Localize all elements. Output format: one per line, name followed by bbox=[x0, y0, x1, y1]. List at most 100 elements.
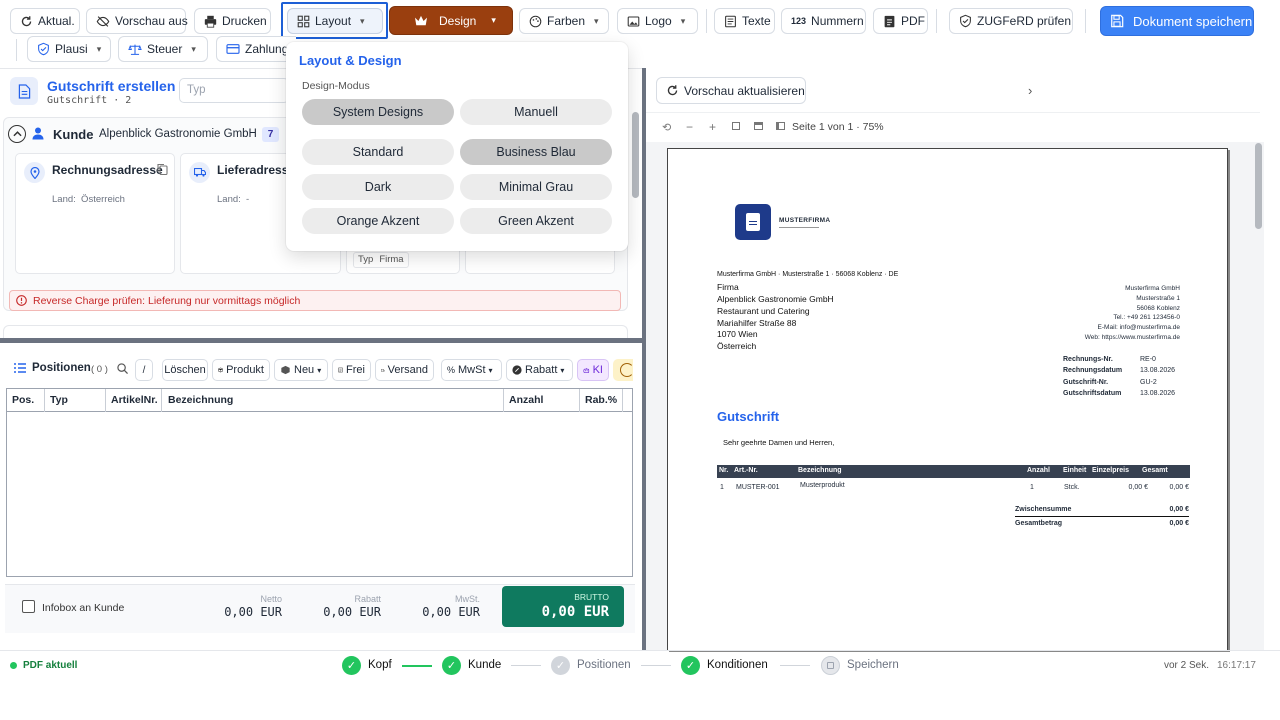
net-label: Netto bbox=[260, 594, 282, 604]
pdf-table-row: 1 MUSTER-001 Musterprodukt 1 Stck. 0,00 … bbox=[720, 482, 1189, 491]
zoom-out-icon[interactable]: − bbox=[686, 120, 693, 134]
preview-scrollbar[interactable] bbox=[1255, 143, 1262, 229]
company-logo-icon bbox=[735, 204, 771, 240]
gross-total-box: BRUTTO 0,00 EUR bbox=[502, 586, 624, 627]
positions-table: Pos. Typ ArtikelNr. Bezeichnung Anzahl R… bbox=[6, 388, 633, 577]
customer-type-field[interactable]: Typ Firma bbox=[353, 252, 409, 268]
percent-icon: % bbox=[447, 365, 456, 375]
fit-page-icon[interactable] bbox=[732, 122, 740, 130]
recipient-line-4: Mariahilfer Straße 88 bbox=[717, 318, 797, 328]
column-header-description[interactable]: Bezeichnung bbox=[162, 389, 504, 412]
pdf-total-rule bbox=[1015, 516, 1189, 517]
free-position-button[interactable]: Frei bbox=[332, 359, 371, 381]
alert-circle-icon bbox=[16, 295, 27, 306]
positions-label: Positionen bbox=[32, 362, 91, 374]
column-header-pos[interactable]: Pos. bbox=[7, 389, 45, 412]
fit-width-icon[interactable] bbox=[754, 122, 763, 130]
numbers-button[interactable]: 123 Nummern bbox=[781, 8, 866, 34]
new-position-button[interactable]: Neu ▾ bbox=[274, 359, 328, 381]
infobox-checkbox[interactable] bbox=[22, 600, 35, 613]
vat-label: MwSt. bbox=[454, 594, 480, 604]
warning-banner: Reverse Charge prüfen: Lieferung nur vor… bbox=[9, 290, 621, 311]
left-panel-scrollbar[interactable] bbox=[632, 112, 639, 198]
texts-button[interactable]: Texte bbox=[714, 8, 775, 34]
design-standard[interactable]: Standard bbox=[302, 139, 454, 165]
step-save[interactable]: Speichern bbox=[847, 659, 899, 671]
plausi-button[interactable]: Plausi ▾ bbox=[27, 36, 111, 62]
preview-off-button[interactable]: Vorschau aus bbox=[86, 8, 188, 34]
pdf-page: MUSTERFIRMA Musterfirma GmbH · Musterstr… bbox=[667, 148, 1228, 650]
add-product-button[interactable]: Produkt bbox=[212, 359, 270, 381]
ai-button[interactable]: KI bbox=[577, 359, 609, 381]
document-meta-labels: Rechnungs-Nr. Rechnungsdatum Gutschrift-… bbox=[1063, 356, 1123, 397]
column-header-article-no[interactable]: ArtikelNr. bbox=[106, 389, 162, 412]
copy-icon[interactable] bbox=[157, 163, 168, 175]
rotate-icon[interactable]: ⟲ bbox=[662, 121, 671, 134]
design-green-accent[interactable]: Green Akzent bbox=[460, 208, 612, 234]
text-document-icon bbox=[338, 367, 343, 373]
loading-indicator-button[interactable] bbox=[613, 359, 634, 381]
discount-button[interactable]: Rabatt ▾ bbox=[506, 359, 573, 381]
step-conditions[interactable]: Konditionen bbox=[707, 659, 768, 671]
type-select[interactable]: Typ bbox=[179, 78, 289, 103]
customer-extra-card bbox=[465, 248, 615, 274]
mode-manual[interactable]: Manuell bbox=[460, 99, 612, 125]
spinner-icon bbox=[620, 363, 634, 377]
design-dark[interactable]: Dark bbox=[302, 174, 454, 200]
step-check-icon[interactable]: ✓ bbox=[551, 656, 570, 675]
delete-positions-button[interactable]: Löschen bbox=[162, 359, 208, 381]
layout-button[interactable]: Layout ▾ bbox=[287, 8, 383, 34]
step-check-icon[interactable]: ✓ bbox=[681, 656, 700, 675]
boxes-icon bbox=[281, 365, 290, 375]
zoom-in-icon[interactable]: + bbox=[709, 120, 716, 134]
refresh-preview-button[interactable]: Vorschau aktualisieren bbox=[656, 77, 806, 104]
pdf-viewer-toolbar: ⟲ − + Seite 1 von 1 · 75% bbox=[646, 112, 1260, 142]
zugferd-check-button[interactable]: ZUGFeRD prüfen bbox=[949, 8, 1073, 34]
box-icon bbox=[218, 367, 223, 373]
mode-system-designs[interactable]: System Designs bbox=[302, 99, 454, 125]
step-check-icon[interactable]: ✓ bbox=[442, 656, 461, 675]
design-minimal-grey[interactable]: Minimal Grau bbox=[460, 174, 612, 200]
save-document-button[interactable]: Dokument speichern bbox=[1100, 6, 1254, 36]
collapse-chevron-right-icon[interactable]: › bbox=[1028, 83, 1032, 98]
chevron-down-icon: ▾ bbox=[96, 43, 102, 54]
pdf-button[interactable]: PDF bbox=[873, 8, 928, 34]
scale-icon bbox=[128, 44, 142, 55]
column-header-discount[interactable]: Rab.% bbox=[580, 389, 623, 412]
search-icon[interactable] bbox=[117, 363, 128, 374]
print-button[interactable]: Drucken bbox=[194, 8, 271, 34]
collapse-chevron-up-icon[interactable] bbox=[8, 125, 26, 143]
column-header-quantity[interactable]: Anzahl bbox=[504, 389, 580, 412]
step-connector bbox=[780, 665, 810, 666]
logo-button[interactable]: Logo ▾ bbox=[617, 8, 698, 34]
tax-button[interactable]: Steuer ▾ bbox=[118, 36, 208, 62]
payment-button[interactable]: Zahlung bbox=[216, 36, 296, 62]
colors-button[interactable]: Farben ▾ bbox=[519, 8, 609, 34]
credit-card-icon bbox=[226, 44, 240, 54]
shipping-button[interactable]: Versand bbox=[375, 359, 434, 381]
step-check-icon[interactable]: ✓ bbox=[342, 656, 361, 675]
vat-button[interactable]: % MwSt ▾ bbox=[441, 359, 502, 381]
step-save-icon[interactable] bbox=[821, 656, 840, 675]
refresh-icon bbox=[21, 15, 32, 26]
company-info-block: Musterfirma GmbH Musterstraße 1 56068 Ko… bbox=[1084, 285, 1180, 341]
status-bar-divider bbox=[0, 650, 1280, 651]
column-header-type[interactable]: Typ bbox=[45, 389, 106, 412]
design-orange-accent[interactable]: Orange Akzent bbox=[302, 208, 454, 234]
delivery-address-label: Lieferadresse bbox=[217, 163, 296, 177]
horizontal-splitter[interactable] bbox=[0, 338, 642, 343]
document-type-icon-box bbox=[10, 77, 38, 105]
design-button[interactable]: Design ▾ bbox=[389, 6, 513, 35]
refresh-button[interactable]: Aktual. bbox=[10, 8, 80, 34]
design-business-blue[interactable]: Business Blau bbox=[460, 139, 612, 165]
net-value: 0,00 EUR bbox=[224, 605, 282, 619]
page-list-icon[interactable] bbox=[776, 122, 785, 130]
search-shortcut-key[interactable]: / bbox=[135, 359, 153, 381]
pdf-table-header: Nr. Art.-Nr. Bezeichnung Anzahl Einheit … bbox=[717, 465, 1190, 478]
step-head[interactable]: Kopf bbox=[368, 659, 392, 671]
recipient-line-3: Restaurant und Catering bbox=[717, 306, 810, 316]
pdf-subtotal: Zwischensumme 0,00 € bbox=[1015, 506, 1189, 513]
robot-icon bbox=[583, 367, 590, 373]
step-positions[interactable]: Positionen bbox=[577, 659, 631, 671]
step-customer[interactable]: Kunde bbox=[468, 659, 501, 671]
